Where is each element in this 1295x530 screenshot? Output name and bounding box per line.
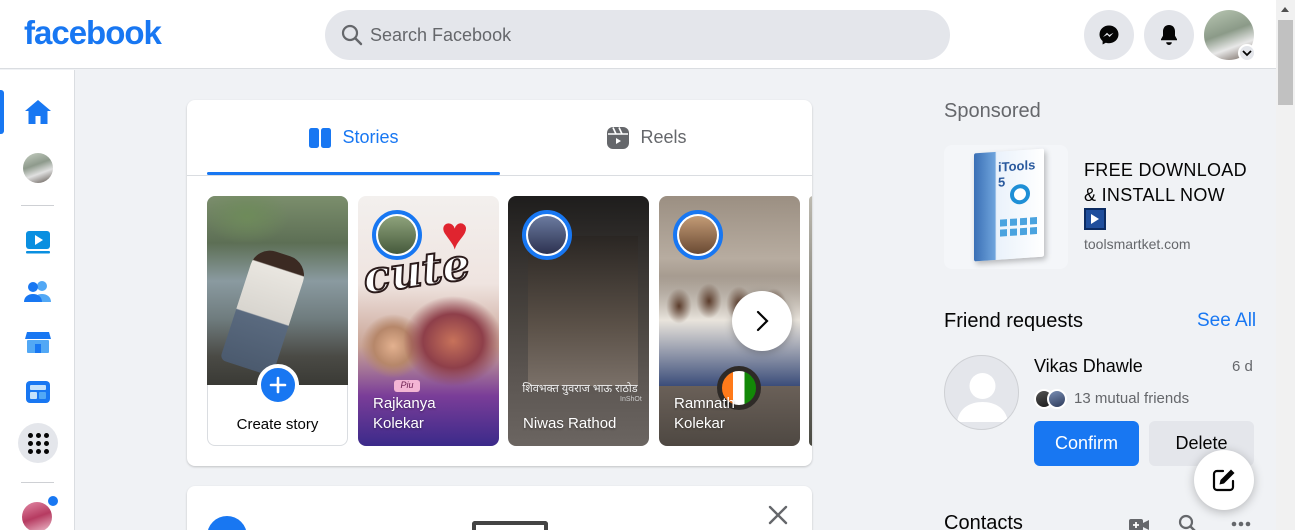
home-icon xyxy=(25,100,51,124)
new-message-button[interactable] xyxy=(1194,450,1254,510)
sponsored-title: Sponsored xyxy=(944,100,1041,122)
chevron-right-icon xyxy=(756,310,769,332)
account-menu-chevron[interactable] xyxy=(1238,44,1256,62)
product-logo-icon xyxy=(1010,183,1030,205)
story-author-name: Rajkanya Kolekar xyxy=(373,395,436,432)
friend-requests-title: Friend requests xyxy=(944,310,1083,332)
story-author-name: Niwas Rathod xyxy=(523,415,617,432)
create-story-label: Create story xyxy=(236,416,319,433)
stories-next-button[interactable] xyxy=(732,291,792,351)
friends-icon xyxy=(24,281,51,302)
top-navigation-bar: facebook xyxy=(0,0,1276,69)
nav-marketplace[interactable] xyxy=(18,322,58,362)
nav-friends[interactable] xyxy=(18,272,58,312)
tab-divider xyxy=(187,175,812,176)
close-icon[interactable] xyxy=(767,504,789,526)
story-overlay-text: शिवभक्त युवराज भाऊ राठोड xyxy=(522,383,638,395)
add-story-button[interactable] xyxy=(257,364,299,406)
product-box: iTools 5 xyxy=(974,148,1044,262)
contacts-title: Contacts xyxy=(944,512,1023,530)
watch-icon xyxy=(26,231,50,254)
search-icon xyxy=(341,24,363,46)
scrollbar-thumb[interactable] xyxy=(1278,20,1293,105)
see-all-link[interactable]: See All xyxy=(1197,310,1256,332)
nav-more-menu[interactable] xyxy=(18,423,58,463)
rail-divider xyxy=(21,205,54,206)
story-card[interactable]: cute ♥ Piu Rajkanya Kolekar xyxy=(358,196,499,446)
page-avatar[interactable] xyxy=(207,516,247,530)
feeds-icon xyxy=(26,381,50,403)
stories-icon xyxy=(309,127,332,148)
tab-reels[interactable]: Reels xyxy=(500,100,793,175)
feed-card xyxy=(187,486,812,530)
tab-stories-label: Stories xyxy=(342,127,399,147)
scroll-up-arrow[interactable] xyxy=(1281,7,1289,12)
new-room-icon[interactable] xyxy=(1128,514,1150,530)
tab-stories[interactable]: Stories xyxy=(207,100,500,175)
heart-sticker-icon: ♥ xyxy=(441,207,469,259)
active-indicator xyxy=(0,90,4,134)
requester-avatar[interactable] xyxy=(944,355,1019,430)
request-time: 6 d xyxy=(1232,358,1253,375)
ad-play-badge xyxy=(1084,208,1106,230)
nav-profile[interactable] xyxy=(18,148,58,188)
story-photo xyxy=(358,296,499,386)
search-input[interactable] xyxy=(370,20,930,50)
story-watermark: InShOt xyxy=(620,396,642,403)
ad-image[interactable]: iTools 5 xyxy=(944,145,1068,269)
stories-card: Stories Reels Create story cute ♥ Piu Ra… xyxy=(187,100,812,466)
messenger-button[interactable] xyxy=(1084,10,1134,60)
reels-icon xyxy=(607,126,630,149)
account-avatar[interactable] xyxy=(1204,10,1256,62)
notifications-button[interactable] xyxy=(1144,10,1194,60)
requester-name[interactable]: Vikas Dhawle xyxy=(1034,356,1143,377)
nav-home[interactable] xyxy=(18,92,58,132)
story-author-name: Ramnath Kolekar xyxy=(674,395,735,432)
device-illustration xyxy=(472,521,548,530)
plus-icon xyxy=(269,376,287,394)
confirm-button[interactable]: Confirm xyxy=(1034,421,1139,466)
search-contacts-icon[interactable] xyxy=(1178,514,1198,530)
story-tag: Piu xyxy=(394,380,420,392)
play-icon xyxy=(1091,214,1099,224)
ad-domain[interactable]: toolsmartket.com xyxy=(1084,236,1191,252)
nav-feeds[interactable] xyxy=(18,372,58,412)
story-author-avatar xyxy=(522,210,572,260)
rail-divider xyxy=(21,482,54,483)
story-card-partial[interactable] xyxy=(809,196,812,446)
menu-icon xyxy=(18,423,58,463)
product-app-grid xyxy=(1000,217,1037,237)
chevron-down-icon xyxy=(1242,50,1252,57)
story-author-avatar xyxy=(673,210,723,260)
bell-icon xyxy=(1161,25,1177,45)
search-bar[interactable] xyxy=(325,10,950,60)
more-options-icon[interactable] xyxy=(1230,514,1252,530)
story-card[interactable]: शिवभक्त युवराज भाऊ राठोड InShOt Niwas Ra… xyxy=(508,196,649,446)
create-story-card[interactable]: Create story xyxy=(207,196,348,446)
profile-avatar xyxy=(23,153,53,183)
tab-reels-label: Reels xyxy=(640,127,687,147)
facebook-logo[interactable]: facebook xyxy=(24,14,162,52)
messenger-icon xyxy=(1099,25,1119,45)
story-author-avatar xyxy=(372,210,422,260)
mutual-friends-avatars xyxy=(1034,389,1070,409)
left-navigation-rail xyxy=(0,70,75,530)
mutual-friends-count[interactable]: 13 mutual friends xyxy=(1074,390,1189,407)
ad-headline[interactable]: FREE DOWNLOAD & INSTALL NOW xyxy=(1084,158,1264,208)
page-scrollbar[interactable] xyxy=(1276,0,1295,530)
default-avatar-icon xyxy=(957,373,1008,422)
unread-dot xyxy=(46,494,60,508)
nav-watch[interactable] xyxy=(18,222,58,262)
marketplace-icon xyxy=(25,332,51,353)
compose-icon xyxy=(1212,469,1235,492)
